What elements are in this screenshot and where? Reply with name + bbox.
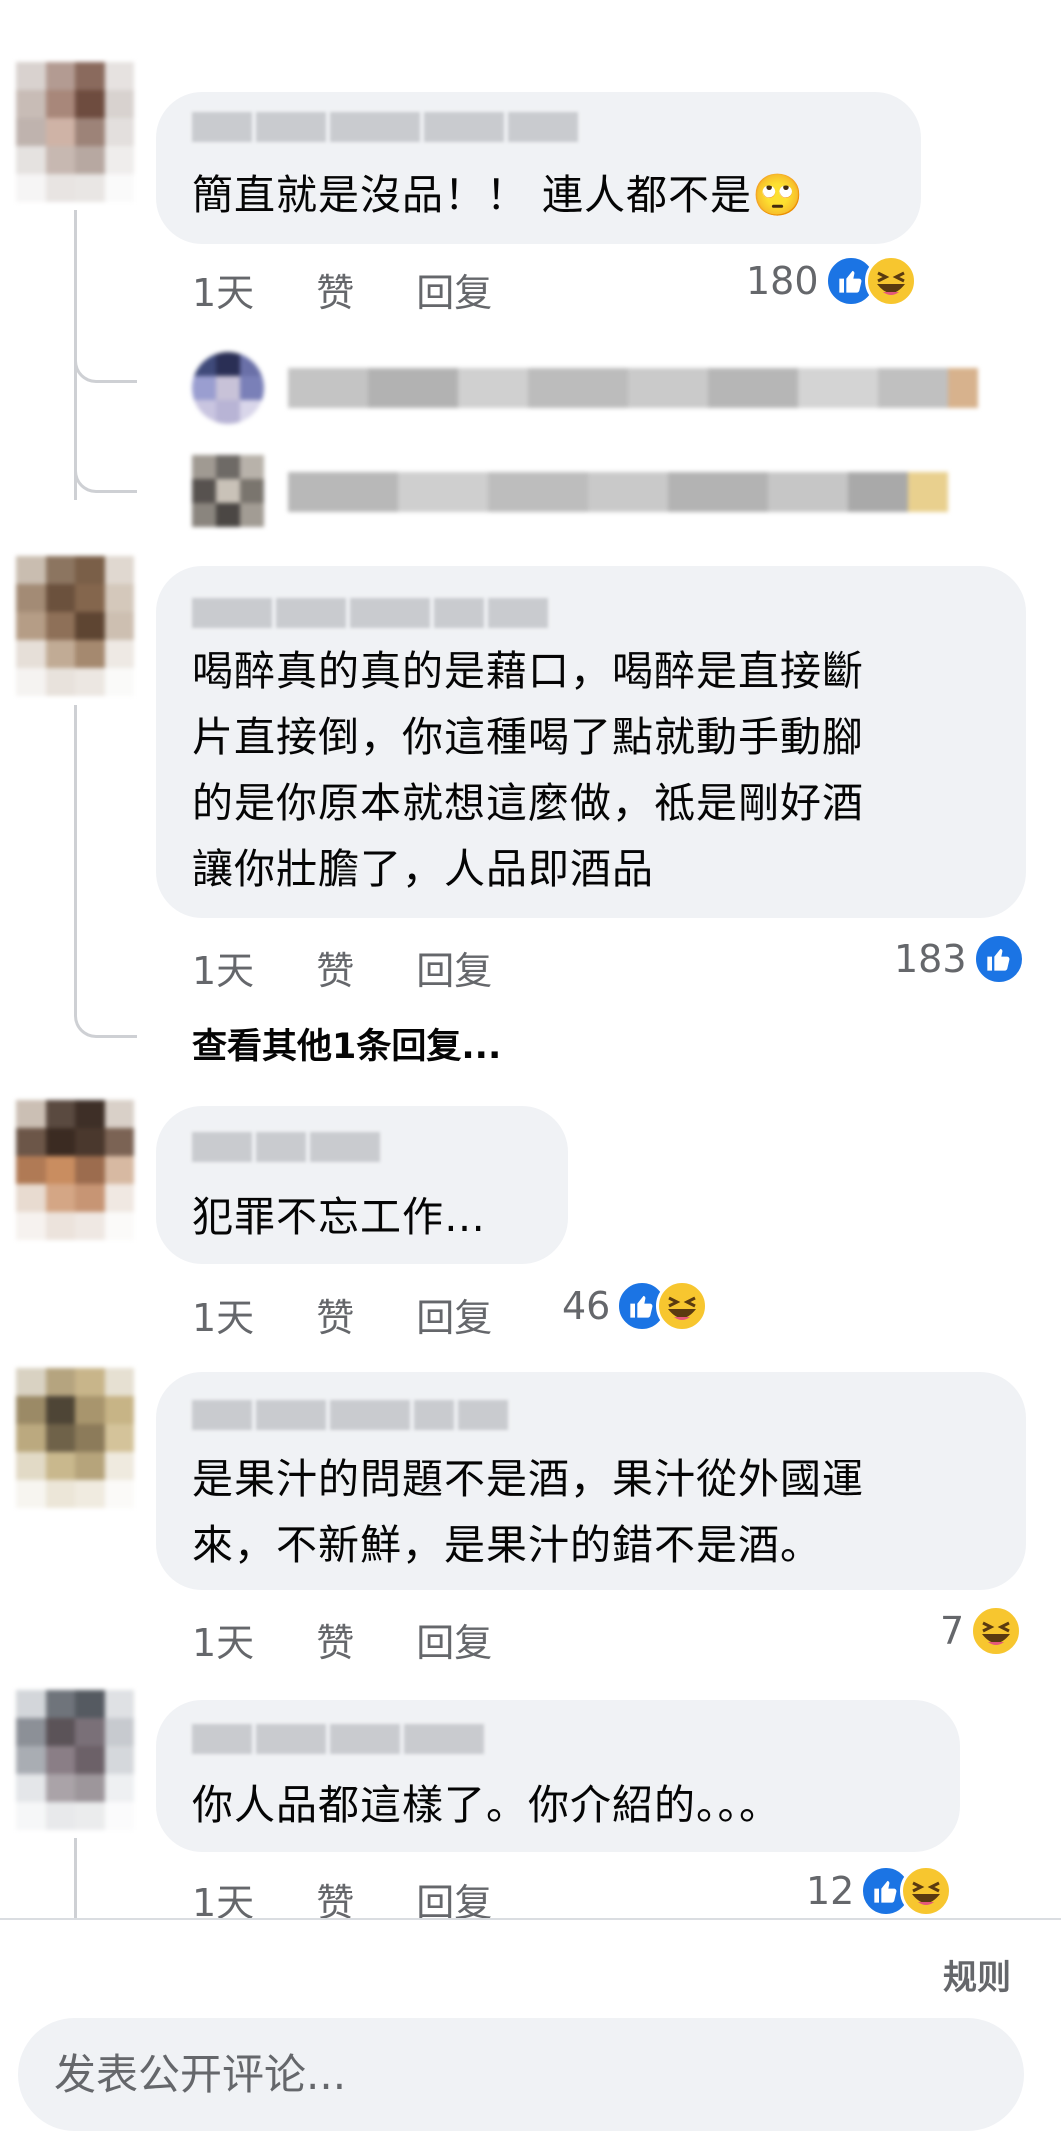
- comment-actions: 1天 赞 回复: [192, 1287, 554, 1342]
- timestamp[interactable]: 1天: [192, 1287, 254, 1342]
- comment-actions: 1天 赞 回复: [192, 262, 554, 317]
- comment-actions: 1天 赞 回复: [192, 1612, 554, 1667]
- rules-link[interactable]: 规则: [943, 1950, 1011, 1999]
- commenter-name[interactable]: [192, 1132, 380, 1162]
- thread-connector: [74, 310, 137, 383]
- view-more-replies-link[interactable]: 查看其他1条回复...: [192, 1018, 501, 1069]
- like-button[interactable]: 赞: [316, 262, 354, 317]
- reaction-count: 7: [940, 1609, 965, 1653]
- haha-icon: [656, 1280, 709, 1332]
- commenter-name[interactable]: [192, 112, 578, 142]
- timestamp[interactable]: 1天: [192, 262, 254, 317]
- commenter-name[interactable]: [192, 1400, 508, 1430]
- comment-text: 你人品都這樣了。你介紹的。。。: [192, 1781, 781, 1829]
- avatar[interactable]: [16, 556, 134, 696]
- commenter-name[interactable]: [192, 1724, 484, 1754]
- reply-button[interactable]: 回复: [416, 262, 492, 317]
- reaction-summary[interactable]: 12: [806, 1865, 953, 1917]
- haha-icon: [864, 255, 917, 307]
- reaction-count: 183: [894, 937, 967, 981]
- comment-text: 犯罪不忘工作…: [192, 1193, 486, 1241]
- reaction-count: 180: [746, 259, 819, 303]
- reaction-count: 12: [806, 1869, 855, 1913]
- timestamp[interactable]: 1天: [192, 1612, 254, 1667]
- avatar[interactable]: [16, 1368, 134, 1508]
- comment-text: 喝醉真的真的是藉口，喝醉是直接斷 片直接倒，你這種喝了點就動手動腳 的是你原本就…: [192, 647, 864, 893]
- comment-text: 是果汁的問題不是酒，果汁從外國運 來，不新鮮，是果汁的錯不是酒。: [192, 1455, 864, 1569]
- reply-preview[interactable]: [288, 472, 948, 512]
- thread-connector: [74, 960, 137, 1038]
- reply-preview[interactable]: [288, 368, 978, 408]
- reaction-count: 46: [562, 1284, 611, 1328]
- avatar[interactable]: [16, 62, 134, 202]
- avatar[interactable]: [16, 1690, 134, 1830]
- reply-avatar[interactable]: [192, 455, 264, 527]
- like-button[interactable]: 赞: [316, 940, 354, 995]
- comment-input[interactable]: 发表公开评论...: [18, 2018, 1024, 2131]
- like-button[interactable]: 赞: [316, 1612, 354, 1667]
- comment-composer-bar: 规则 发表公开评论...: [0, 1918, 1061, 2147]
- like-icon: [972, 933, 1025, 985]
- reply-button[interactable]: 回复: [416, 940, 492, 995]
- haha-icon: [970, 1605, 1023, 1657]
- reply-avatar[interactable]: [192, 352, 264, 424]
- thread-line: [74, 1838, 77, 1918]
- avatar[interactable]: [16, 1100, 134, 1240]
- like-button[interactable]: 赞: [316, 1287, 354, 1342]
- comment-actions: 1天 赞 回复: [192, 940, 554, 995]
- reaction-summary[interactable]: 180: [746, 255, 917, 307]
- reaction-summary[interactable]: 7: [940, 1605, 1023, 1657]
- comment-text: 簡直就是沒品！！ 連人都不是🙄: [192, 171, 805, 219]
- reply-button[interactable]: 回复: [416, 1612, 492, 1667]
- reply-button[interactable]: 回复: [416, 1287, 492, 1342]
- reaction-summary[interactable]: 183: [894, 933, 1025, 985]
- haha-icon: [900, 1865, 953, 1917]
- thread-connector: [74, 410, 137, 493]
- commenter-name[interactable]: [192, 598, 548, 628]
- reaction-summary[interactable]: 46: [562, 1280, 709, 1332]
- timestamp[interactable]: 1天: [192, 940, 254, 995]
